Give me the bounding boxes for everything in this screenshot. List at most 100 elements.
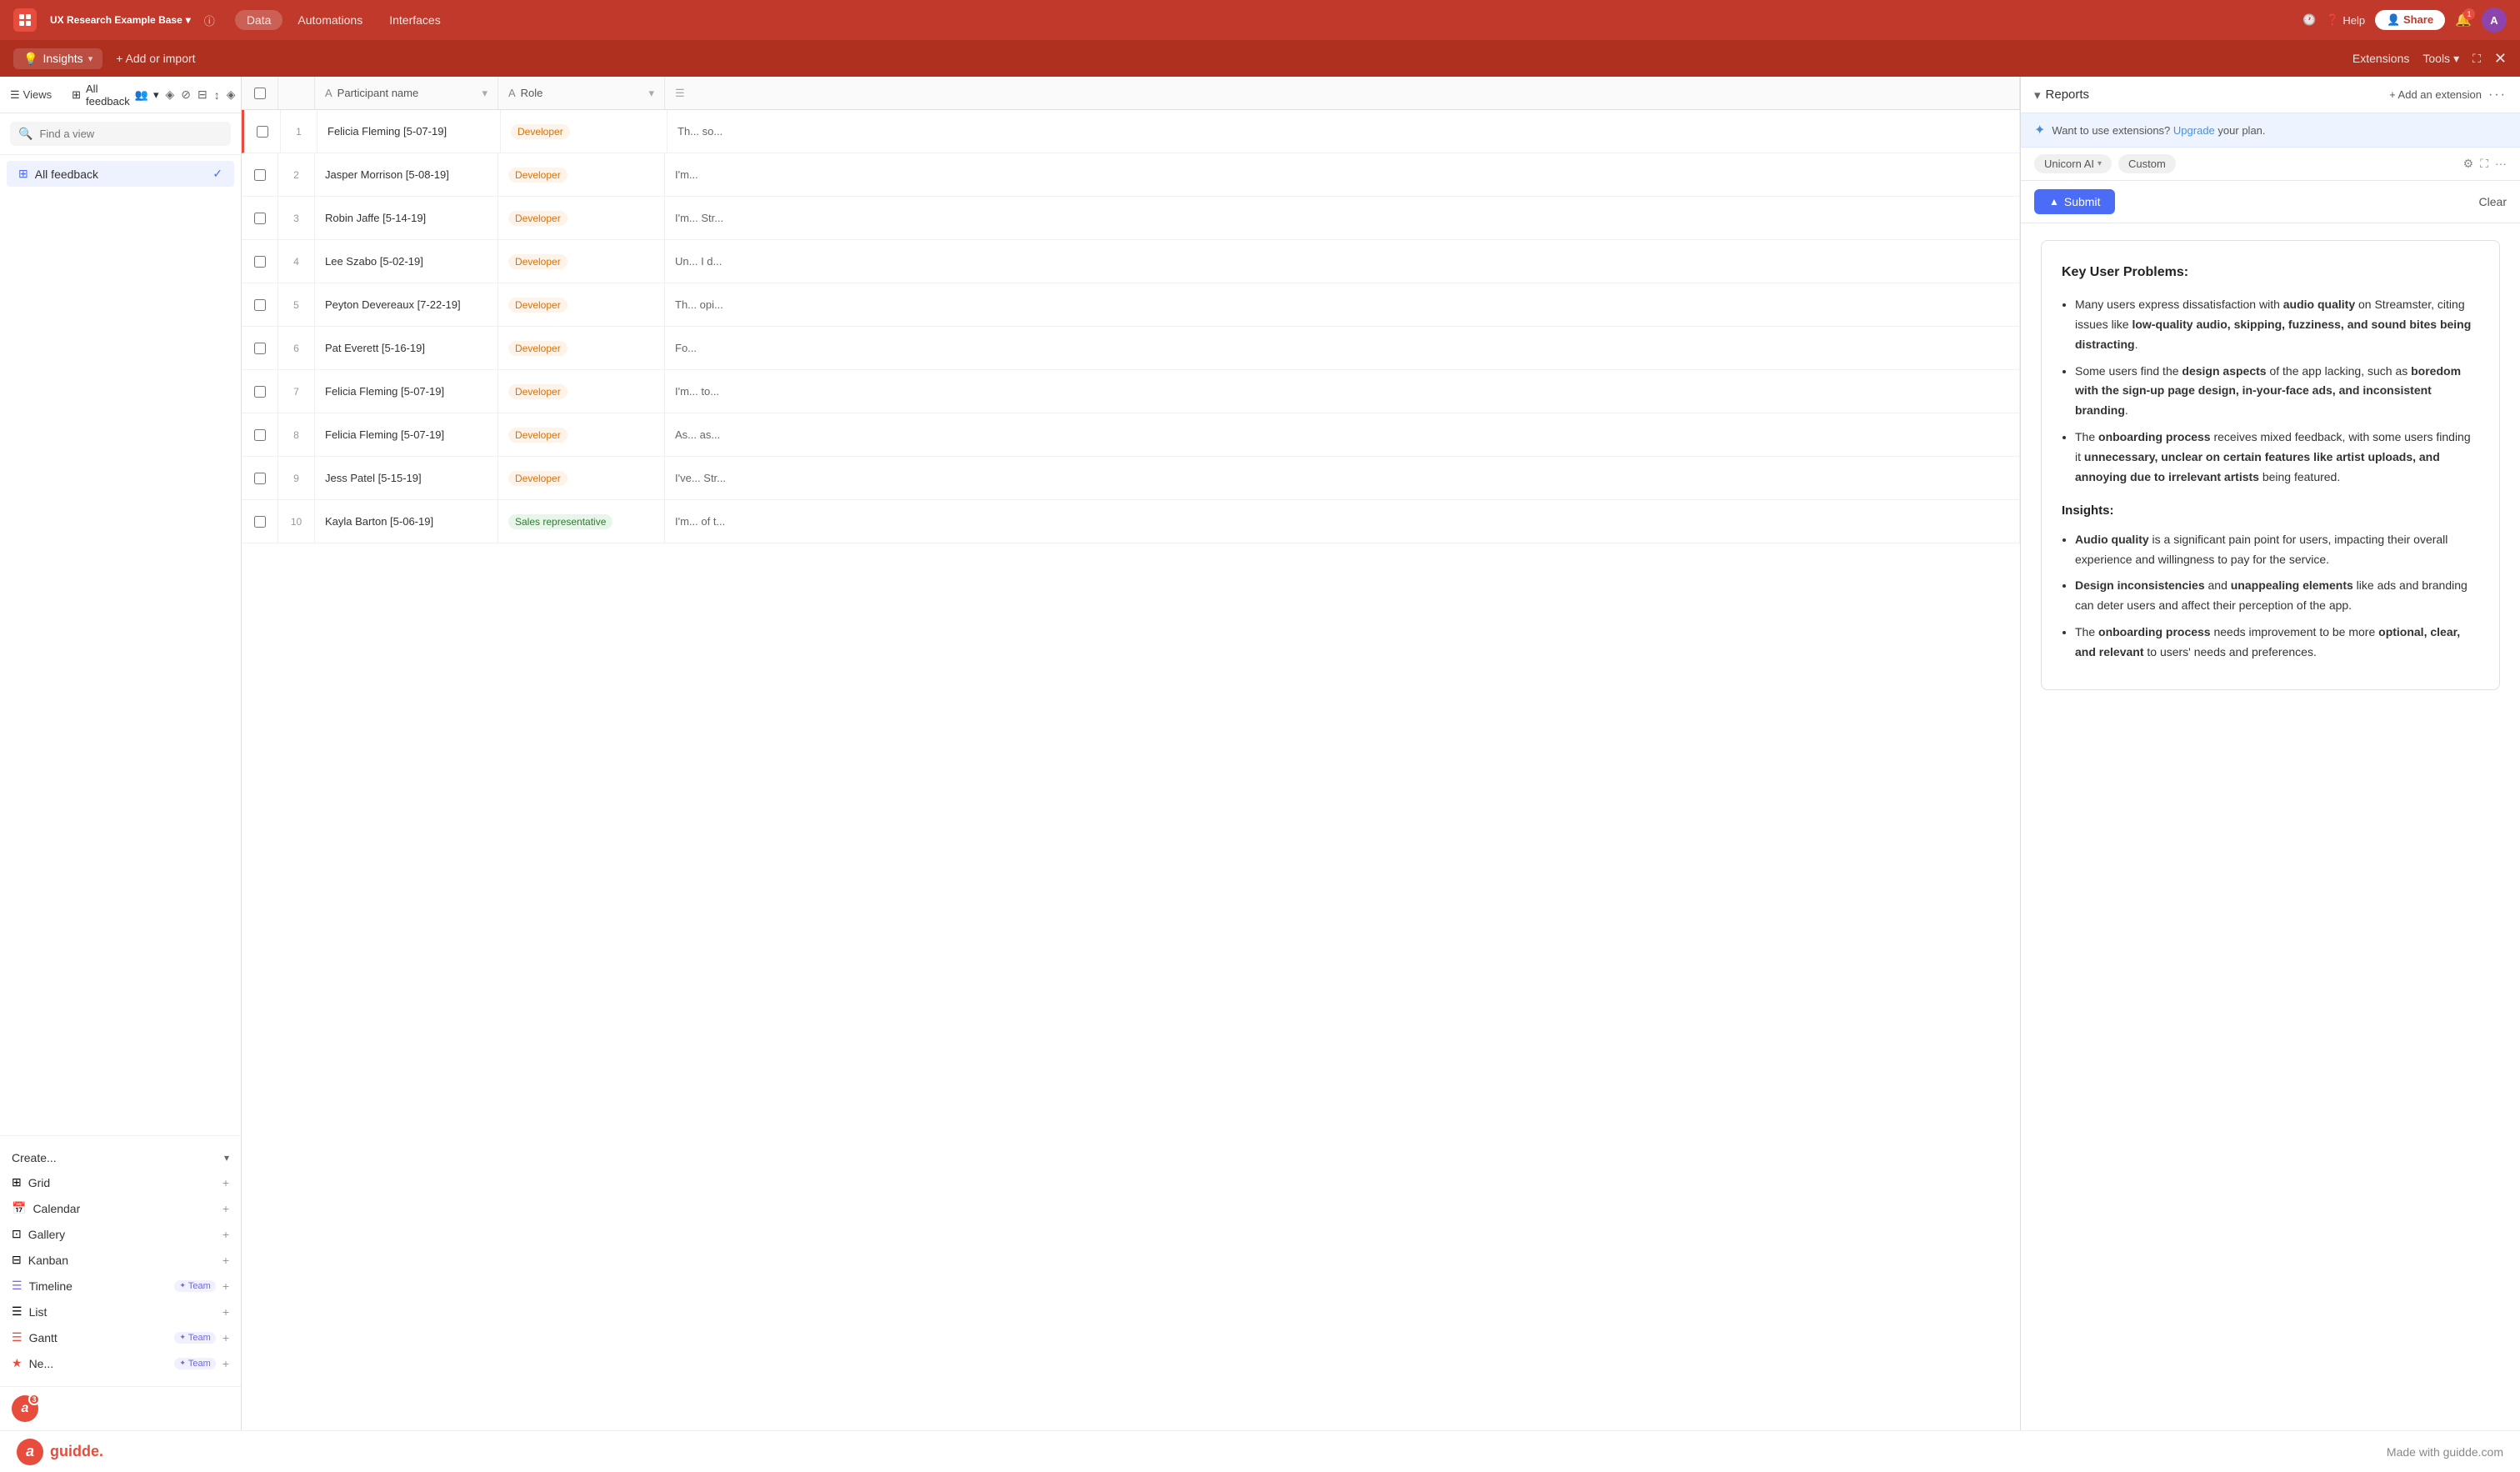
create-item-timeline[interactable]: ☰ Timeline Team + (0, 1273, 241, 1299)
row-checkbox-4[interactable] (254, 256, 266, 268)
add-kanban-icon[interactable]: + (222, 1254, 229, 1267)
ai-actions: ▲ Submit Clear (2021, 181, 2520, 223)
search-input[interactable] (39, 128, 222, 140)
insights-icon: 💡 (23, 52, 38, 66)
reports-arrow-icon[interactable]: ▾ (2034, 88, 2041, 103)
td-name-8[interactable]: Felicia Fleming [5-07-19] (315, 413, 498, 456)
add-import-button[interactable]: + Add or import (116, 52, 195, 65)
th-num (278, 77, 315, 109)
create-header[interactable]: Create... ▾ (0, 1146, 241, 1169)
create-item-list[interactable]: ☰ List + (0, 1299, 241, 1324)
field-icon[interactable]: ◈ (227, 88, 236, 102)
ai-tab-dropdown-icon: ▾ (2098, 159, 2102, 168)
extensions-btn[interactable]: Extensions (2352, 52, 2409, 65)
td-role-10: Sales representative (498, 500, 665, 543)
td-name-7[interactable]: Felicia Fleming [5-07-19] (315, 370, 498, 413)
insights-list: Audio quality is a significant pain poin… (2062, 530, 2479, 663)
row-checkbox-1[interactable] (257, 126, 268, 138)
add-gallery-icon[interactable]: + (222, 1228, 229, 1241)
td-name-5[interactable]: Peyton Devereaux [7-22-19] (315, 283, 498, 326)
insights-tab[interactable]: 💡 Insights ▾ (13, 48, 102, 69)
sort-icon[interactable]: ↕ (214, 88, 220, 102)
row-checkbox-7[interactable] (254, 386, 266, 398)
td-role-5: Developer (498, 283, 665, 326)
add-extension-btn[interactable]: + Add an extension (2389, 88, 2482, 101)
people-icon: 👥 (135, 88, 148, 102)
hide-icon[interactable]: ◈ (166, 88, 175, 102)
add-calendar-icon[interactable]: + (222, 1202, 229, 1215)
ai-content: Key User Problems: Many users express di… (2021, 223, 2520, 1430)
row-checkbox-6[interactable] (254, 343, 266, 354)
tab-automations[interactable]: Automations (286, 10, 374, 30)
help-btn[interactable]: ❓ Help (2326, 13, 2365, 27)
notification-btn[interactable]: 🔔 1 (2455, 12, 2472, 28)
upgrade-link[interactable]: Upgrade (2173, 124, 2215, 137)
td-role-9: Developer (498, 457, 665, 499)
table-row: 9 Jess Patel [5-15-19] Developer I've...… (242, 457, 2020, 500)
td-notes-10: I'm... of t... (665, 500, 2020, 543)
right-panel-header: ▾ Reports + Add an extension ··· (2021, 77, 2520, 113)
create-item-kanban[interactable]: ⊟ Kanban + (0, 1247, 241, 1273)
td-name-4[interactable]: Lee Szabo [5-02-19] (315, 240, 498, 283)
td-name-6[interactable]: Pat Everett [5-16-19] (315, 327, 498, 369)
add-grid-icon[interactable]: + (222, 1176, 229, 1189)
create-item-gantt[interactable]: ☰ Gantt Team + (0, 1324, 241, 1350)
row-checkbox-8[interactable] (254, 429, 266, 441)
td-notes-1: Th... so... (668, 110, 2020, 153)
td-name-10[interactable]: Kayla Barton [5-06-19] (315, 500, 498, 543)
td-name-9[interactable]: Jess Patel [5-15-19] (315, 457, 498, 499)
expand-btn[interactable]: ⛶ (2472, 52, 2481, 66)
app-info-icon[interactable]: ⓘ (204, 13, 215, 28)
fullscreen-icon[interactable]: ⛶ (2480, 157, 2488, 171)
row-checkbox-9[interactable] (254, 473, 266, 484)
avatar[interactable]: A (2482, 8, 2507, 33)
settings-icon[interactable]: ⚙ (2463, 157, 2474, 171)
th-participant[interactable]: A Participant name ▾ (315, 77, 498, 109)
row-checkbox-10[interactable] (254, 516, 266, 528)
add-timeline-icon[interactable]: + (222, 1279, 229, 1293)
td-notes-5: Th... opi... (665, 283, 2020, 326)
tools-btn[interactable]: Tools ▾ (2422, 52, 2459, 66)
custom-tab[interactable]: Custom (2118, 154, 2176, 173)
notification-badge: 1 (2463, 8, 2475, 20)
create-item-grid[interactable]: ⊞ Grid + (0, 1169, 241, 1195)
td-name-1[interactable]: Felicia Fleming [5-07-19] (318, 110, 501, 153)
unicorn-ai-tab[interactable]: Unicorn AI ▾ (2034, 154, 2112, 173)
td-check-6 (242, 327, 278, 369)
logo-notif-dot: 3 (28, 1394, 40, 1405)
all-feedback-label[interactable]: ⊞ All feedback 👥 ▾ (72, 83, 158, 108)
views-toggle[interactable]: ☰ Views (10, 88, 52, 102)
add-list-icon[interactable]: + (222, 1305, 229, 1319)
toolbar-icons: ◈ ⊘ ⊟ ↕ ◈ ⛶ 🔍 (166, 88, 242, 102)
select-all-checkbox[interactable] (254, 88, 266, 99)
tab-interfaces[interactable]: Interfaces (378, 10, 452, 30)
row-checkbox-3[interactable] (254, 213, 266, 224)
submit-button[interactable]: ▲ Submit (2034, 189, 2115, 214)
th-role[interactable]: A Role ▾ (498, 77, 665, 109)
create-section: Create... ▾ ⊞ Grid + 📅 Calendar + ⊡ Gall… (0, 1135, 241, 1386)
create-item-calendar[interactable]: 📅 Calendar + (0, 1195, 241, 1221)
close-btn[interactable]: ✕ (2494, 50, 2507, 68)
history-btn[interactable]: 🕐 (2302, 13, 2316, 27)
row-checkbox-2[interactable] (254, 169, 266, 181)
row-checkbox-5[interactable] (254, 299, 266, 311)
filter-icon[interactable]: ⊘ (181, 88, 191, 102)
th-notes[interactable]: ☰ (665, 77, 2020, 109)
add-gantt-icon[interactable]: + (222, 1331, 229, 1344)
group-icon[interactable]: ⊟ (198, 88, 208, 102)
key-problems-title: Key User Problems: (2062, 261, 2479, 283)
ai-more-icon[interactable]: ··· (2495, 157, 2507, 171)
new-icon: ★ (12, 1356, 22, 1370)
app-title[interactable]: UX Research Example Base ▾ (50, 14, 191, 26)
td-role-8: Developer (498, 413, 665, 456)
more-options-btn[interactable]: ··· (2488, 88, 2507, 103)
sidebar-item-all-feedback[interactable]: ⊞ All feedback ✓ (7, 161, 234, 187)
clear-button[interactable]: Clear (2479, 195, 2507, 208)
tab-data[interactable]: Data (235, 10, 283, 30)
create-item-gallery[interactable]: ⊡ Gallery + (0, 1221, 241, 1247)
create-item-new[interactable]: ★ Ne... Team + (0, 1350, 241, 1376)
td-name-3[interactable]: Robin Jaffe [5-14-19] (315, 197, 498, 239)
add-new-icon[interactable]: + (222, 1357, 229, 1370)
share-button[interactable]: 👤 Share (2375, 10, 2445, 30)
td-name-2[interactable]: Jasper Morrison [5-08-19] (315, 153, 498, 196)
